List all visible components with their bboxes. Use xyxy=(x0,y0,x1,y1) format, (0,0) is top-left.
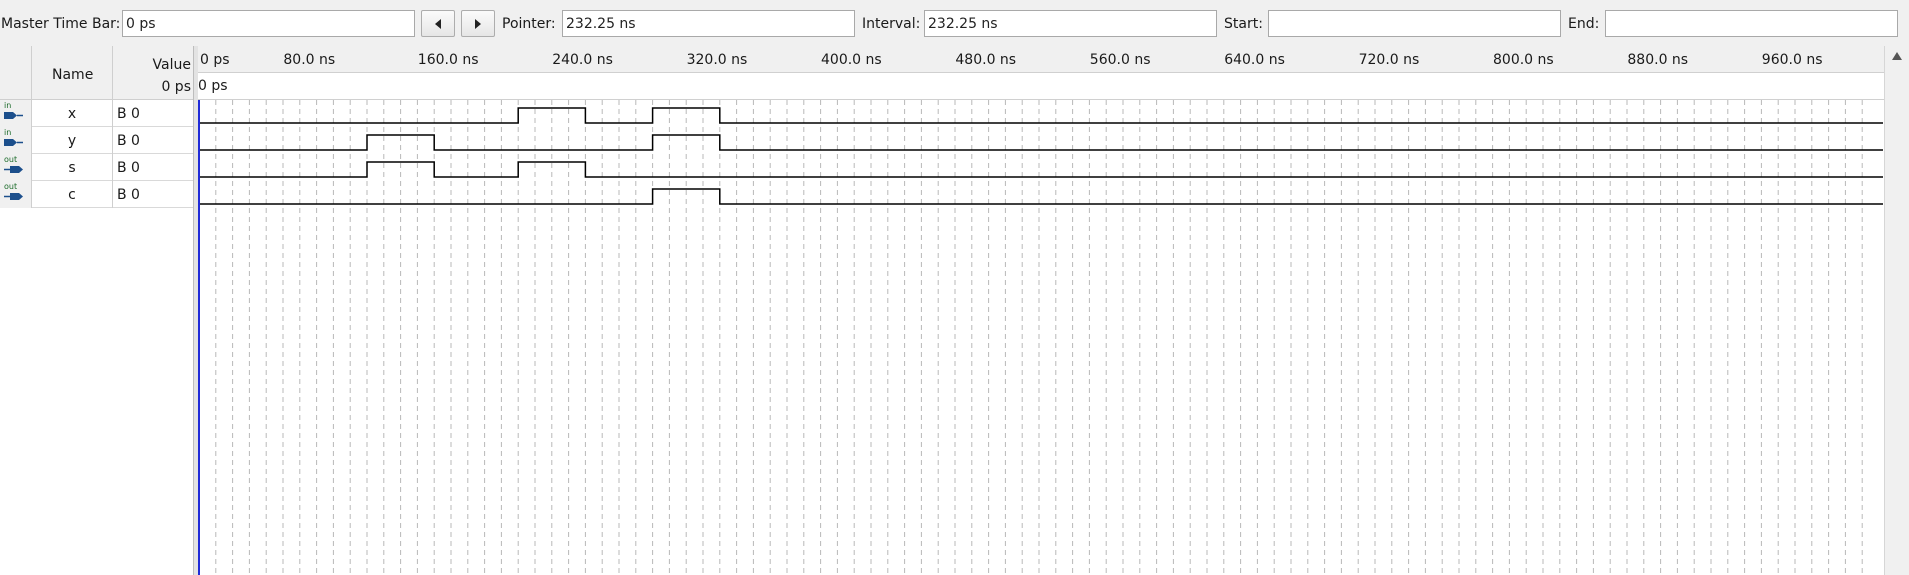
time-cursor[interactable] xyxy=(198,100,200,575)
signal-value: B 0 xyxy=(117,133,140,149)
time-tick-label: 720.0 ns xyxy=(1358,52,1420,68)
vertical-scrollbar[interactable] xyxy=(1884,46,1909,575)
pointer-label: Pointer: xyxy=(502,16,556,32)
signal-name: x xyxy=(32,100,113,127)
name-column-header[interactable]: Name xyxy=(32,46,113,100)
time-tick-label: 400.0 ns xyxy=(821,52,882,68)
interval-label: Interval: xyxy=(862,16,921,32)
signal-value: B 0 xyxy=(117,106,140,122)
waveform-x[interactable] xyxy=(199,107,1883,124)
time-tick-label: 480.0 ns xyxy=(955,52,1017,68)
waveform-view[interactable]: 0 ps 80.0 ns 160.0 ns 240.0 ns 320.0 ns 400.0… xyxy=(198,46,1884,575)
output-pin-icon: out xyxy=(2,156,26,182)
signal-name: s xyxy=(32,154,113,181)
start-label: Start: xyxy=(1224,16,1263,32)
start-field[interactable] xyxy=(1268,10,1561,37)
waveform-canvas[interactable] xyxy=(198,100,1884,575)
time-tick-label: 240.0 ns xyxy=(552,52,613,68)
signal-row-y[interactable]: in y B 0 xyxy=(0,127,193,154)
time-tick-label: 160.0 ns xyxy=(417,52,479,68)
end-field[interactable] xyxy=(1605,10,1898,37)
input-pin-icon: in xyxy=(2,102,26,128)
toolbar: Master Time Bar: 0 ps Pointer: 232.25 ns… xyxy=(0,0,1909,46)
pointer-field[interactable]: 232.25 ns xyxy=(562,10,855,37)
name-header-label: Name xyxy=(52,67,94,83)
master-time-bar-row[interactable]: 0 ps xyxy=(198,73,1884,100)
icon-column-header xyxy=(0,46,32,100)
output-pin-icon: out xyxy=(2,183,26,209)
master-marker-label: 0 ps xyxy=(198,78,228,94)
signal-table: Name Value 0 ps in x B 0 in y B 0 out s … xyxy=(0,46,193,575)
time-tick-label: 80.0 ns xyxy=(283,52,336,68)
waveform-c[interactable] xyxy=(199,188,1883,205)
signal-name: y xyxy=(32,127,113,154)
master-time-bar-field[interactable]: 0 ps xyxy=(122,10,415,37)
time-tick-label: 960.0 ns xyxy=(1761,52,1823,68)
signal-row-x[interactable]: in x B 0 xyxy=(0,100,193,127)
signal-row-s[interactable]: out s B 0 xyxy=(0,154,193,181)
time-tick-label: 880.0 ns xyxy=(1627,52,1689,68)
waveform-s[interactable] xyxy=(199,161,1883,178)
value-time-label: 0 ps xyxy=(161,79,191,95)
value-header-label: Value xyxy=(152,57,191,73)
signal-value: B 0 xyxy=(117,187,140,203)
triangle-right-icon xyxy=(475,18,481,29)
triangle-left-icon xyxy=(435,18,441,29)
time-tick-label: 560.0 ns xyxy=(1089,52,1151,68)
previous-transition-button[interactable] xyxy=(421,10,455,37)
triangle-up-icon[interactable] xyxy=(1892,52,1902,60)
interval-field[interactable]: 232.25 ns xyxy=(924,10,1217,37)
master-time-bar-label: Master Time Bar: xyxy=(1,16,121,32)
time-tick-label: 0 ps xyxy=(200,52,230,68)
time-tick-label: 320.0 ns xyxy=(686,52,748,68)
waveform-y[interactable] xyxy=(199,134,1883,151)
signal-value: B 0 xyxy=(117,160,140,176)
input-pin-icon: in xyxy=(2,129,26,155)
time-tick-label: 640.0 ns xyxy=(1224,52,1285,68)
signal-name: c xyxy=(32,181,113,208)
signal-row-c[interactable]: out c B 0 xyxy=(0,181,193,208)
next-transition-button[interactable] xyxy=(461,10,495,37)
end-label: End: xyxy=(1568,16,1600,32)
time-ruler[interactable]: 0 ps 80.0 ns 160.0 ns 240.0 ns 320.0 ns 400.0… xyxy=(198,46,1884,73)
value-column-header[interactable]: Value 0 ps xyxy=(113,46,193,100)
time-tick-label: 800.0 ns xyxy=(1493,52,1554,68)
